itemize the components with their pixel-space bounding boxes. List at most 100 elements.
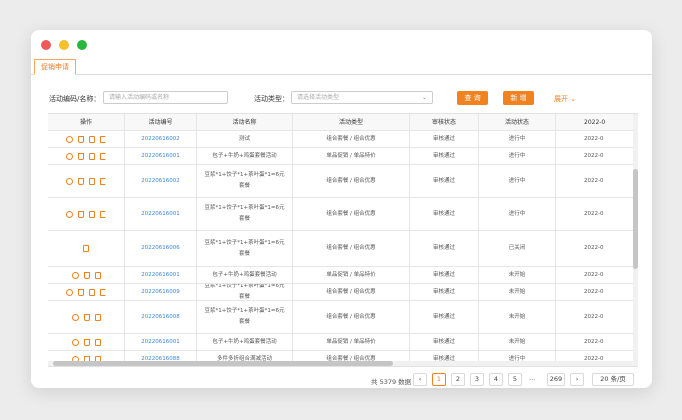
horizontal-scroll-thumb[interactable] <box>53 361 393 366</box>
audit-status: 审核通过 <box>410 301 479 333</box>
audit-status: 审核通过 <box>410 148 479 164</box>
row-actions <box>48 131 125 147</box>
activity-status: 未开始 <box>479 334 556 350</box>
table-row: 20220616002 测试 组合套餐 / 组合优惠 审核通过 进行中 2022-0 <box>48 131 638 148</box>
activity-name: 豆浆*1+饺子*1+茶叶蛋*1=6元套餐 <box>197 284 293 300</box>
chevron-down-icon: ⌄ <box>570 95 577 103</box>
audit-status: 审核通过 <box>410 198 479 230</box>
pagination-ellipsis[interactable]: ··· <box>529 376 535 384</box>
ban-icon[interactable] <box>66 152 73 160</box>
table-header: 操作 活动编号 活动名称 活动类型 审核状态 活动状态 2022-0 <box>48 114 638 131</box>
ban-icon[interactable] <box>66 177 73 185</box>
activity-name: 包子+牛奶+鸡蛋套餐活动 <box>197 267 293 283</box>
delete-icon[interactable] <box>78 135 84 143</box>
activity-code-link[interactable]: 20220616002 <box>125 165 197 197</box>
add-button[interactable]: 新 增 <box>503 91 534 105</box>
table-row: 20220616001 豆浆*1+饺子*1+茶叶蛋*1=6元套餐 组合套餐 / 组合… <box>48 198 638 231</box>
close-window-dot[interactable] <box>41 40 51 50</box>
code-name-input[interactable]: 请输入活动编码或名称 <box>103 91 228 104</box>
copy-icon[interactable] <box>89 152 95 160</box>
activity-type: 组合套餐 / 组合优惠 <box>293 284 410 300</box>
edit-icon[interactable] <box>100 177 106 185</box>
total-count: 共 5379 数据 <box>371 378 412 386</box>
ban-icon[interactable] <box>66 210 73 218</box>
activity-type-placeholder: 请选择活动类型 <box>297 94 340 101</box>
page-3-button[interactable]: 3 <box>470 373 484 386</box>
page-269-button[interactable]: 269 <box>547 373 565 386</box>
edit-icon[interactable] <box>100 210 106 218</box>
copy-icon[interactable] <box>83 245 89 252</box>
edit-icon[interactable] <box>100 152 106 160</box>
activity-code-link[interactable]: 20220616008 <box>125 301 197 333</box>
table-row: 20220616001 包子+牛奶+鸡蛋套餐活动 单品促销 / 单品特价 审核通过 进行… <box>48 148 638 165</box>
audit-status: 审核通过 <box>410 284 479 300</box>
copy-icon[interactable] <box>89 177 95 185</box>
page-size-select[interactable]: 20 条/页 <box>592 373 634 386</box>
page-2-button[interactable]: 2 <box>451 373 465 386</box>
ban-icon[interactable] <box>66 288 73 296</box>
activity-code-link[interactable]: 20220616009 <box>125 284 197 300</box>
header-activity-status: 活动状态 <box>479 114 556 130</box>
delete-icon[interactable] <box>78 210 84 218</box>
activity-type: 组合套餐 / 组合优惠 <box>293 231 410 266</box>
activity-type: 组合套餐 / 组合优惠 <box>293 165 410 197</box>
page-1-button[interactable]: 1 <box>432 373 446 386</box>
activity-name: 包子+牛奶+鸡蛋套餐活动 <box>197 334 293 350</box>
header-actions: 操作 <box>48 114 125 130</box>
copy-icon[interactable] <box>89 135 95 143</box>
copy-icon[interactable] <box>89 210 95 218</box>
edit-icon[interactable] <box>100 288 106 296</box>
edit-icon[interactable] <box>100 135 106 143</box>
header-type: 活动类型 <box>293 114 410 130</box>
activity-code-link[interactable]: 20220616002 <box>125 131 197 147</box>
activity-name: 豆浆*1+饺子*1+茶叶蛋*1=6元套餐 <box>197 198 293 230</box>
vertical-scroll-thumb[interactable] <box>633 169 638 269</box>
ban-icon[interactable] <box>66 135 73 143</box>
next-page-button[interactable]: › <box>570 373 584 386</box>
activity-code-link[interactable]: 20220616006 <box>125 231 197 266</box>
activity-type-select[interactable]: 请选择活动类型 ⌄ <box>291 91 433 104</box>
copy-icon[interactable] <box>94 338 101 346</box>
vertical-scrollbar[interactable] <box>633 114 638 366</box>
query-button[interactable]: 查 询 <box>457 91 488 105</box>
activity-status: 进行中 <box>479 165 556 197</box>
activity-code-link[interactable]: 20220616001 <box>125 334 197 350</box>
minimize-window-dot[interactable] <box>59 40 69 50</box>
delete-icon[interactable] <box>83 271 90 279</box>
page-4-button[interactable]: 4 <box>489 373 503 386</box>
horizontal-scrollbar[interactable] <box>48 361 633 366</box>
copy-icon[interactable] <box>94 313 101 321</box>
audit-status: 审核通过 <box>410 165 479 197</box>
ban-icon[interactable] <box>71 313 79 321</box>
activity-code-link[interactable]: 20220616001 <box>125 148 197 164</box>
ban-icon[interactable] <box>71 271 79 279</box>
delete-icon[interactable] <box>83 313 90 321</box>
header-name: 活动名称 <box>197 114 293 130</box>
copy-icon[interactable] <box>89 288 95 296</box>
row-actions <box>48 301 125 333</box>
row-actions <box>48 334 125 350</box>
tab-promotion-request[interactable]: 促销申请 <box>34 59 76 75</box>
prev-page-button[interactable]: ‹ <box>413 373 427 386</box>
delete-icon[interactable] <box>78 177 84 185</box>
activity-type: 组合套餐 / 组合优惠 <box>293 198 410 230</box>
activity-name: 包子+牛奶+鸡蛋套餐活动 <box>197 148 293 164</box>
audit-status: 审核通过 <box>410 334 479 350</box>
chevron-down-icon: ⌄ <box>421 94 427 101</box>
activity-code-link[interactable]: 20220616001 <box>125 267 197 283</box>
promotion-table: 操作 活动编号 活动名称 活动类型 审核状态 活动状态 2022-0 20220… <box>48 113 638 367</box>
audit-status: 审核通过 <box>410 231 479 266</box>
activity-name: 豆浆*1+饺子*1+茶叶蛋*1=6元套餐 <box>197 231 293 266</box>
delete-icon[interactable] <box>78 288 84 296</box>
page-5-button[interactable]: 5 <box>508 373 522 386</box>
copy-icon[interactable] <box>94 271 101 279</box>
ban-icon[interactable] <box>71 338 79 346</box>
audit-status: 审核通过 <box>410 267 479 283</box>
activity-type-label: 活动类型： <box>254 95 289 103</box>
row-actions <box>48 165 125 197</box>
activity-code-link[interactable]: 20220616001 <box>125 198 197 230</box>
maximize-window-dot[interactable] <box>77 40 87 50</box>
expand-toggle[interactable]: 展开 ⌄ <box>554 94 576 104</box>
delete-icon[interactable] <box>78 152 84 160</box>
delete-icon[interactable] <box>83 338 90 346</box>
